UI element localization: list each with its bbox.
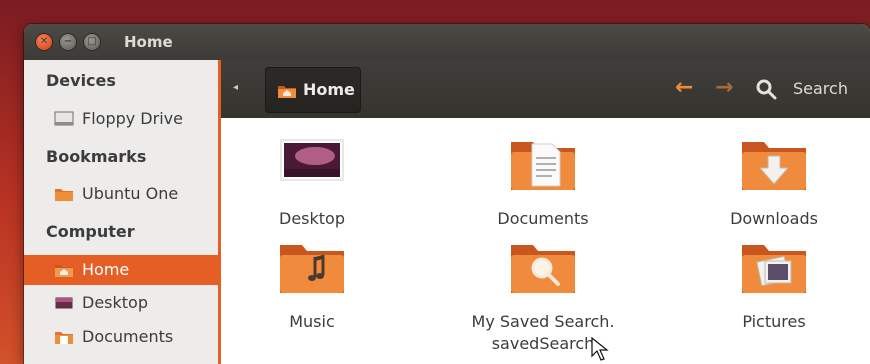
sidebar-item-label: Desktop (82, 293, 148, 312)
file-item-label: Desktop (279, 209, 345, 228)
home-folder-icon (55, 265, 73, 277)
forward-arrow-icon[interactable]: → (715, 75, 733, 100)
folder-icon (55, 189, 73, 201)
sidebar-item-documents[interactable]: Documents (24, 322, 218, 352)
title-bar[interactable]: ✕ − □ Home (24, 24, 870, 60)
minimize-icon: − (63, 36, 73, 47)
sidebar-item-floppy-drive[interactable]: Floppy Drive (24, 104, 218, 134)
breadcrumb-home[interactable]: Home (265, 67, 361, 113)
floppy-drive-icon (54, 111, 74, 126)
file-item-music[interactable]: Music (222, 239, 402, 349)
sidebar-heading-computer: Computer (46, 222, 135, 241)
file-item-desktop[interactable]: Desktop (222, 136, 402, 246)
file-item-label: Music (289, 312, 335, 331)
sidebar: Devices Floppy Drive Bookmarks Ubuntu On… (24, 60, 221, 364)
file-item-saved-search[interactable]: My Saved Search. savedSearch (453, 239, 633, 353)
sidebar-item-home[interactable]: Home (24, 255, 218, 285)
sidebar-heading-bookmarks: Bookmarks (46, 147, 147, 166)
back-arrow-icon[interactable]: ← (675, 75, 693, 100)
documents-icon (55, 332, 73, 344)
sidebar-item-label: Floppy Drive (82, 109, 183, 128)
home-folder-icon (278, 86, 296, 98)
file-item-label: Pictures (742, 312, 806, 331)
sidebar-item-label: Ubuntu One (82, 184, 179, 203)
file-item-label: Downloads (730, 209, 818, 228)
file-item-downloads[interactable]: Downloads (684, 136, 864, 246)
file-manager-window: ✕ − □ Home Devices Floppy Drive Bookmark… (24, 24, 870, 364)
file-item-documents[interactable]: Documents (453, 136, 633, 246)
sidebar-heading-devices: Devices (46, 71, 116, 90)
sidebar-item-label: Documents (82, 327, 174, 346)
search-button[interactable]: Search (755, 77, 865, 101)
breadcrumb-label: Home (303, 80, 355, 99)
file-view: Desktop Documents Downloads Music My Sav… (221, 118, 870, 364)
sidebar-item-ubuntu-one[interactable]: Ubuntu One (24, 179, 218, 209)
desktop-folder-icon (280, 139, 344, 181)
sidebar-item-label: Home (82, 260, 130, 279)
maximize-button[interactable]: □ (84, 34, 100, 50)
desktop-icon (55, 297, 73, 309)
minimize-button[interactable]: − (60, 34, 76, 50)
search-icon (756, 79, 777, 100)
window-title: Home (124, 33, 173, 51)
saved-search-folder-icon (511, 245, 575, 293)
file-item-label: Documents (497, 209, 589, 228)
sidebar-item-desktop[interactable]: Desktop (24, 288, 218, 318)
music-folder-icon (280, 245, 344, 293)
toolbar: ◂ Home ← → Search (221, 60, 870, 118)
close-button[interactable]: ✕ (36, 34, 52, 50)
close-icon: ✕ (39, 36, 49, 47)
search-label: Search (793, 79, 848, 98)
downloads-folder-icon (742, 142, 806, 190)
file-item-pictures[interactable]: Pictures (684, 239, 864, 349)
mouse-cursor-icon (591, 336, 609, 361)
maximize-icon: □ (87, 36, 97, 47)
breadcrumb-scroll-left-icon[interactable]: ◂ (233, 82, 238, 93)
pictures-folder-icon (742, 245, 806, 293)
documents-folder-icon (511, 142, 575, 190)
